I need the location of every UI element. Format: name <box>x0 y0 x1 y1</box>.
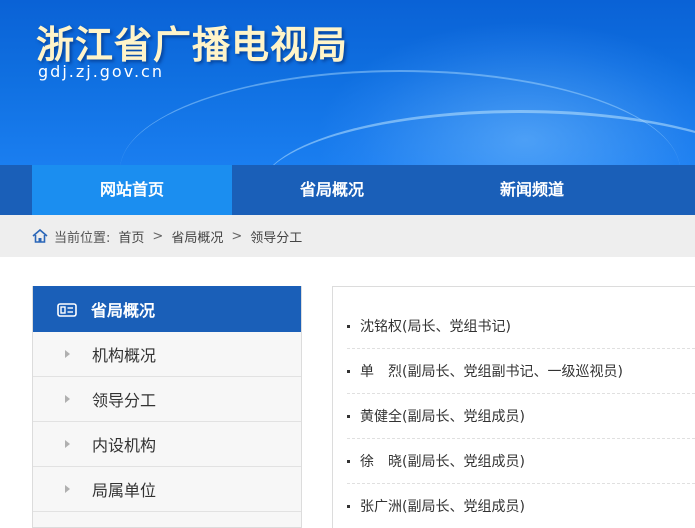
sidebar-item-org-overview[interactable]: 机构概况 <box>33 332 301 377</box>
caret-right-icon <box>65 485 70 493</box>
id-card-icon <box>57 302 77 317</box>
nav-item-news[interactable]: 新闻频道 <box>432 165 632 215</box>
breadcrumb-link-current[interactable]: 领导分工 <box>250 227 302 246</box>
leader-name: 张广洲 <box>360 499 402 515</box>
caret-right-icon <box>65 440 70 448</box>
sidebar-heading-label: 省局概况 <box>91 301 156 320</box>
bullet-icon <box>347 369 350 373</box>
list-item[interactable]: 单 烈 (副局长、党组副书记、一级巡视员) <box>347 349 695 394</box>
sidebar-item-label: 领导分工 <box>92 391 157 410</box>
breadcrumb-separator: > <box>152 228 164 244</box>
list-item[interactable]: 徐 晓 (副局长、党组成员) <box>347 439 695 484</box>
leader-role: (副局长、党组成员) <box>402 409 525 425</box>
sidebar-item-departments[interactable]: 内设机构 <box>33 422 301 467</box>
leader-role: (副局长、党组成员) <box>402 499 525 515</box>
bullet-icon <box>347 324 350 328</box>
main-nav: 网站首页 省局概况 新闻频道 <box>0 165 695 215</box>
leader-name: 沈铭权 <box>360 319 402 335</box>
caret-right-icon <box>65 395 70 403</box>
sidebar-item-label: 机构概况 <box>92 346 157 365</box>
bullet-icon <box>347 504 350 508</box>
breadcrumb-prefix: 当前位置: <box>54 230 111 246</box>
leaders-list: 沈铭权 (局长、党组书记) 单 烈 (副局长、党组副书记、一级巡视员) 黄健全 … <box>333 304 695 528</box>
sidebar-heading[interactable]: 省局概况 <box>33 286 301 332</box>
list-item[interactable]: 黄健全 (副局长、党组成员) <box>347 394 695 439</box>
leader-role: (副局长、党组副书记、一级巡视员) <box>402 364 623 380</box>
leaders-panel: 沈铭权 (局长、党组书记) 单 烈 (副局长、党组副书记、一级巡视员) 黄健全 … <box>332 286 695 528</box>
breadcrumb-link-overview[interactable]: 省局概况 <box>171 227 223 246</box>
site-header: 浙江省广播电视局 gdj.zj.gov.cn <box>0 0 695 165</box>
site-title[interactable]: 浙江省广播电视局 <box>36 14 348 69</box>
nav-item-overview[interactable]: 省局概况 <box>232 165 432 215</box>
leader-role: (副局长、党组成员) <box>402 454 525 470</box>
bullet-icon <box>347 414 350 418</box>
breadcrumb-separator: > <box>231 228 243 244</box>
leader-name: 黄健全 <box>360 409 402 425</box>
list-item[interactable]: 张广洲 (副局长、党组成员) <box>347 484 695 528</box>
sidebar-item-affiliated-units[interactable]: 局属单位 <box>33 467 301 512</box>
sidebar-item-leadership[interactable]: 领导分工 <box>33 377 301 422</box>
leader-name: 单 烈 <box>360 364 402 380</box>
bullet-icon <box>347 459 350 463</box>
list-item[interactable]: 沈铭权 (局长、党组书记) <box>347 304 695 349</box>
sidebar-item-label: 局属单位 <box>92 481 157 500</box>
breadcrumb: 当前位置: 首页 > 省局概况 > 领导分工 <box>0 215 695 257</box>
leader-role: (局长、党组书记) <box>402 319 511 335</box>
leader-name: 徐 晓 <box>360 454 402 470</box>
sidebar: 省局概况 机构概况 领导分工 内设机构 局属单位 <box>32 286 302 528</box>
sidebar-item-label: 内设机构 <box>92 436 157 455</box>
site-domain: gdj.zj.gov.cn <box>38 62 164 81</box>
breadcrumb-link-home[interactable]: 首页 <box>118 227 144 246</box>
nav-item-home[interactable]: 网站首页 <box>32 165 232 215</box>
home-icon <box>32 228 48 243</box>
caret-right-icon <box>65 350 70 358</box>
